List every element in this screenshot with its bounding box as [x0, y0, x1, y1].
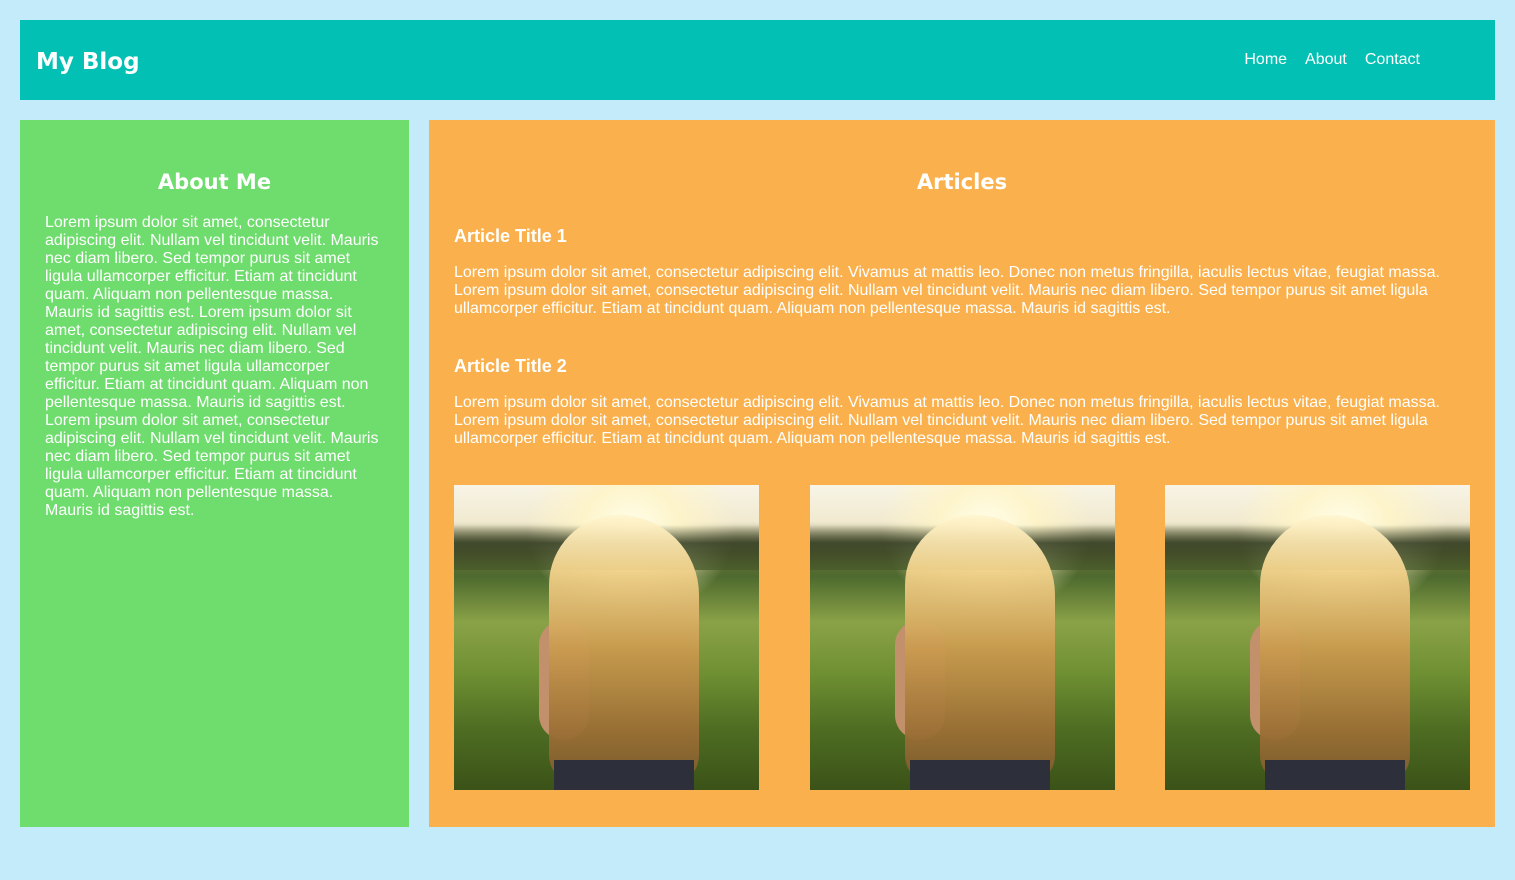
article: Article Title 1 Lorem ipsum dolor sit am…	[454, 225, 1470, 318]
photo-hair	[1260, 515, 1410, 785]
sidebar-title: About Me	[157, 170, 272, 194]
main-nav: Home About Contact	[1226, 50, 1420, 70]
gallery-image[interactable]	[809, 485, 1115, 790]
gallery-image[interactable]	[1165, 485, 1470, 790]
photo-hair	[904, 515, 1055, 785]
photo-skirt	[1265, 760, 1405, 790]
articles-section: Articles Article Title 1 Lorem ipsum dol…	[429, 120, 1495, 827]
photo-skirt	[909, 760, 1050, 790]
about-me-sidebar: About Me Lorem ipsum dolor sit amet, con…	[20, 120, 409, 827]
nav-link-about[interactable]: About	[1305, 50, 1347, 70]
sidebar-text: Lorem ipsum dolor sit amet, consectetur …	[45, 214, 379, 519]
article-text: Lorem ipsum dolor sit amet, consectetur …	[454, 394, 1440, 447]
nav-link-home[interactable]: Home	[1244, 50, 1287, 70]
photo-skirt	[554, 760, 694, 790]
site-logo[interactable]: My Blog	[36, 47, 140, 77]
articles-title: Articles	[916, 170, 1008, 194]
site-header: My Blog Home About Contact	[20, 20, 1495, 100]
gallery-image[interactable]	[454, 485, 759, 790]
article-title[interactable]: Article Title 1	[454, 225, 1470, 247]
image-gallery	[454, 485, 1470, 790]
article: Article Title 2 Lorem ipsum dolor sit am…	[454, 355, 1470, 448]
nav-link-contact[interactable]: Contact	[1365, 50, 1420, 70]
article-text: Lorem ipsum dolor sit amet, consectetur …	[454, 264, 1440, 317]
article-title[interactable]: Article Title 2	[454, 355, 1470, 377]
photo-hair	[549, 515, 699, 785]
